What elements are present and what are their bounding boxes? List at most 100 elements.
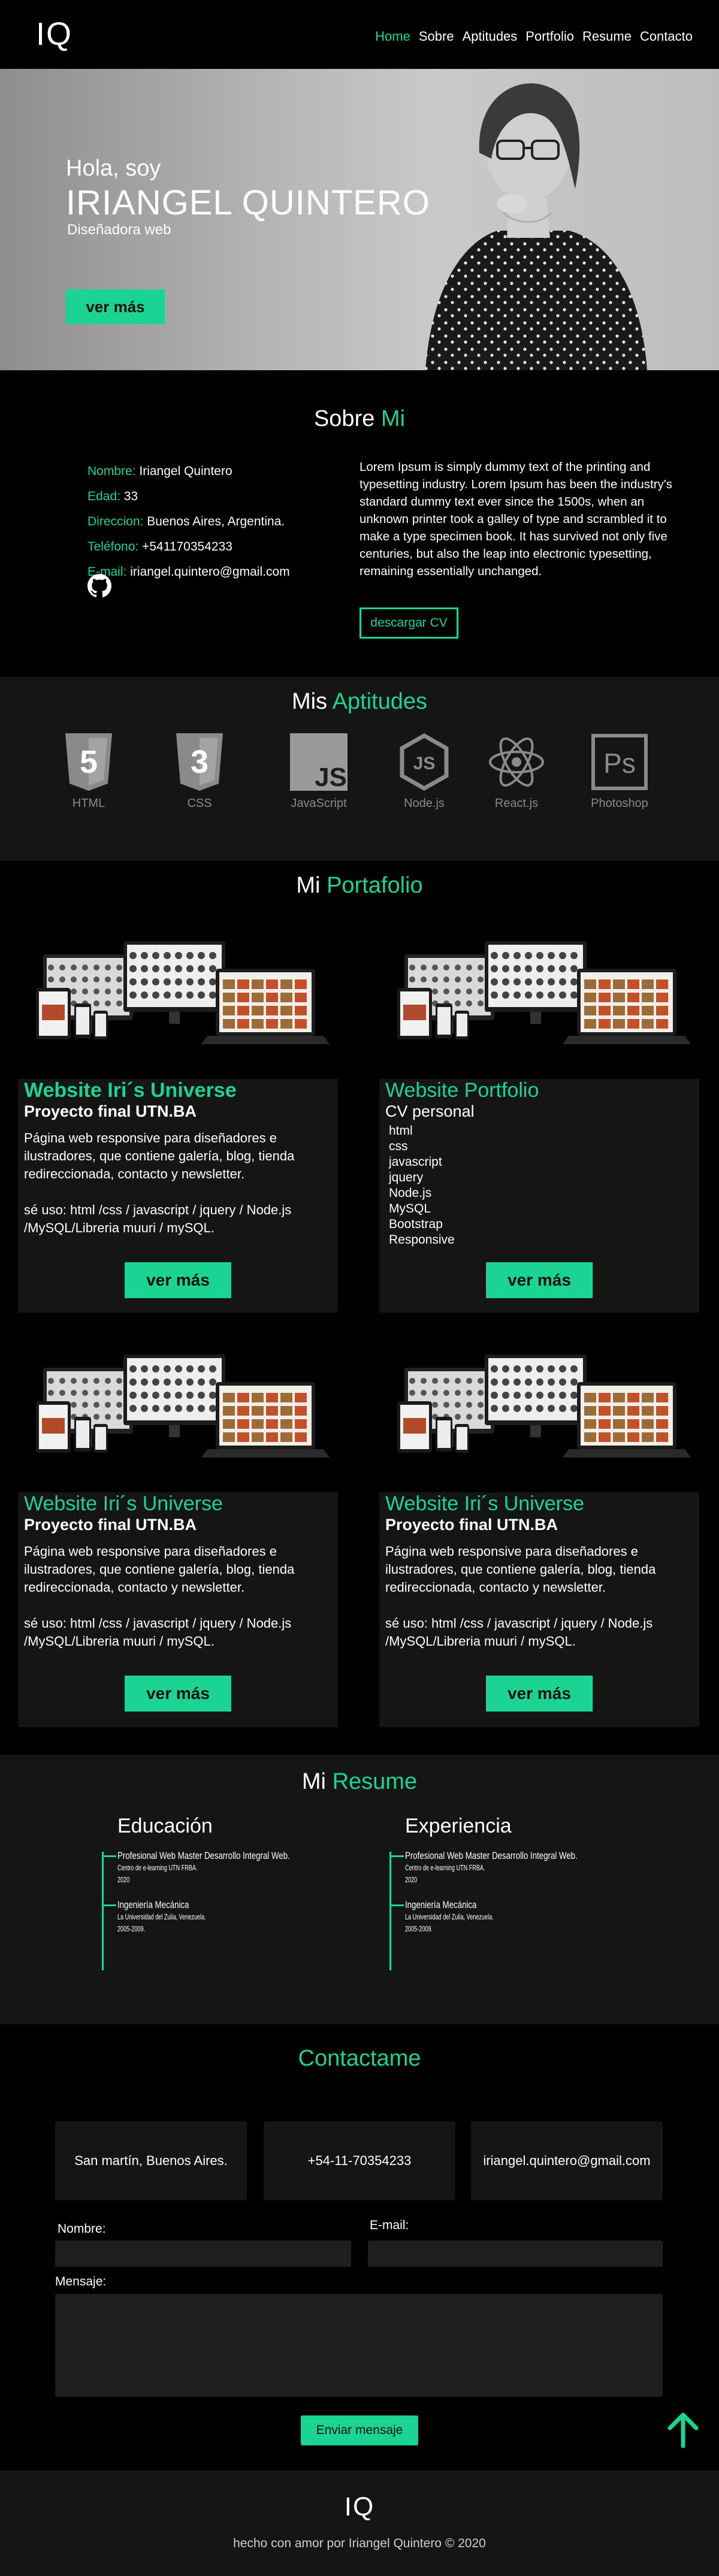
skills-title: Mis Aptitudes — [0, 689, 719, 715]
scroll-top-arrow-icon[interactable] — [666, 2412, 700, 2448]
portfolio-section: Mi Portafolio Website Iri´s Universe Pro… — [0, 861, 719, 1755]
about-title-a: Sobre — [313, 406, 375, 431]
send-message-button[interactable]: Enviar mensaje — [301, 2415, 418, 2445]
project-title: Website Iri´s Universe — [24, 1492, 223, 1515]
resume-title: Mi Resume — [0, 1769, 719, 1795]
experience-heading: Experiencia — [405, 1815, 512, 1837]
skill-nodejs: JS Node.js — [385, 732, 463, 811]
timeline-tick — [102, 1904, 116, 1906]
portfolio-title-b: Portafolio — [327, 873, 423, 898]
project-description: Página web responsive para diseñadores e… — [385, 1544, 656, 1595]
info-value: 33 — [123, 489, 138, 503]
project-4-ver-mas-button[interactable]: ver más — [486, 1676, 593, 1712]
nav-link-portfolio[interactable]: Portfolio — [525, 29, 574, 44]
skill-photoshop: Ps Photoshop — [581, 732, 658, 811]
info-row-edad: Edad: 33 — [87, 484, 290, 509]
contact-title: Contactame — [298, 2046, 421, 2071]
experience-item: Profesional Web Master Desarrollo Integr… — [389, 1850, 626, 1886]
project-subtitle: Proyecto final UTN.BA — [24, 1102, 197, 1120]
project-title: Website Iri´s Universe — [385, 1492, 584, 1515]
resume-title-a: Mi — [301, 1769, 327, 1794]
project-3-image[interactable] — [18, 1346, 338, 1484]
project-subtitle: Proyecto final UTN.BA — [385, 1516, 558, 1534]
education-item-year: 2005-2009. — [117, 1924, 146, 1933]
project-card-3: Website Iri´s Universe Proyecto final UT… — [18, 1492, 338, 1727]
nav-menu: Home Sobre Aptitudes Portfolio Resume Co… — [367, 29, 693, 44]
download-cv-button[interactable]: descargar CV — [360, 607, 458, 639]
nav-link-aptitudes[interactable]: Aptitudes — [463, 29, 518, 44]
nav-link-resume[interactable]: Resume — [582, 29, 632, 44]
project-subtitle: Proyecto final UTN.BA — [24, 1516, 197, 1534]
email-input[interactable] — [368, 2241, 663, 2267]
info-value: +541170354233 — [142, 540, 232, 554]
experience-item-year: 2020 — [405, 1875, 418, 1884]
react-icon — [489, 737, 544, 787]
info-row-direccion: Direccion: Buenos Aires, Argentina. — [87, 509, 290, 534]
skill-label: CSS — [187, 797, 212, 810]
education-item-year: 2020 — [117, 1875, 130, 1884]
timeline-tick — [389, 1855, 404, 1857]
tech-item: Bootstrap — [389, 1217, 443, 1231]
hero-ver-mas-button[interactable]: ver más — [66, 289, 165, 324]
project-2-image[interactable] — [379, 933, 699, 1071]
hero-greeting: Hola, soy — [66, 156, 161, 181]
nav-link-sobre[interactable]: Sobre — [419, 29, 454, 44]
portfolio-title: Mi Portafolio — [0, 873, 719, 899]
project-title: Website Iri´s Universe — [24, 1079, 237, 1102]
personal-info: Nombre: Iriangel Quintero Edad: 33 Direc… — [87, 459, 290, 585]
footer-logo: IQ — [344, 2492, 375, 2521]
project-2-ver-mas-button[interactable]: ver más — [486, 1262, 593, 1298]
project-subtitle: CV personal — [385, 1102, 475, 1120]
contact-email-box[interactable]: iriangel.quintero@gmail.com — [471, 2121, 663, 2200]
education-item-title: Profesional Web Master Desarrollo Integr… — [117, 1850, 290, 1861]
timeline-line — [102, 1852, 104, 1970]
footer-copyright: hecho con amor por Iriangel Quintero © 2… — [233, 2536, 486, 2550]
project-card-1: Website Iri´s Universe Proyecto final UT… — [18, 1079, 338, 1313]
project-description: Página web responsive para diseñadores e… — [24, 1544, 295, 1595]
info-value: iriangel.quintero@gmail.com — [130, 565, 290, 579]
info-label: Teléfono: — [87, 540, 139, 554]
logo[interactable]: IQ — [36, 16, 72, 53]
project-3-ver-mas-button[interactable]: ver más — [125, 1676, 231, 1712]
experience-item-title: Profesional Web Master Desarrollo Integr… — [405, 1850, 578, 1861]
project-1-image[interactable] — [18, 933, 338, 1071]
portfolio-title-a: Mi — [296, 873, 321, 898]
message-textarea[interactable] — [55, 2294, 663, 2397]
education-item-title: Ingeniería Mecánica — [117, 1899, 189, 1910]
timeline-tick — [389, 1904, 404, 1906]
skill-label: HTML — [72, 797, 105, 810]
info-label: Direccion: — [87, 515, 144, 528]
resume-title-b: Resume — [332, 1769, 418, 1794]
footer: IQ hecho con amor por Iriangel Quintero … — [0, 2471, 719, 2576]
info-value: Iriangel Quintero — [139, 464, 232, 478]
photoshop-icon: Ps — [591, 734, 648, 790]
email-label: E-mail: — [370, 2218, 409, 2232]
experience-item-detail: La Universidad del Zulia, Venezuela. — [405, 1912, 494, 1921]
nav-link-home[interactable]: Home — [375, 29, 410, 44]
contact-address-box: San martín, Buenos Aires. — [55, 2121, 247, 2200]
info-row-email: E-mail: iriangel.quintero@gmail.com — [87, 560, 290, 585]
navbar: IQ Home Sobre Aptitudes Portfolio Resume… — [0, 0, 719, 69]
info-row-telefono: Teléfono: +541170354233 — [87, 534, 290, 560]
nav-link-contacto[interactable]: Contacto — [640, 29, 693, 44]
skill-html: 5 HTML — [50, 732, 128, 811]
project-tech-list: html css javascript jquery Node.js MySQL… — [379, 1123, 699, 1248]
about-section: Sobre Mi Nombre: Iriangel Quintero Edad:… — [0, 370, 719, 677]
skill-label: Photoshop — [591, 797, 648, 810]
hero-name: IRIANGEL QUINTERO — [66, 183, 430, 222]
info-row-nombre: Nombre: Iriangel Quintero — [87, 459, 290, 484]
message-label: Mensaje: — [55, 2275, 107, 2288]
skill-label: JavaScript — [291, 797, 347, 810]
project-1-ver-mas-button[interactable]: ver más — [125, 1262, 231, 1298]
name-input[interactable] — [55, 2241, 351, 2267]
experience-column: Experiencia Profesional Web Master Desar… — [389, 1815, 626, 1970]
skills-section: Mis Aptitudes 5 HTML 3 CSS JS JavaScript… — [0, 677, 719, 861]
project-card-4: Website Iri´s Universe Proyecto final UT… — [379, 1492, 699, 1727]
nodejs-icon: JS — [400, 733, 449, 791]
project-4-image[interactable] — [379, 1346, 699, 1484]
skills-title-b: Aptitudes — [332, 689, 428, 714]
html5-icon: 5 — [65, 733, 112, 791]
project-technologies: sé uso: html /css / javascript / jquery … — [24, 1202, 292, 1235]
education-item: Profesional Web Master Desarrollo Integr… — [102, 1850, 339, 1886]
github-icon[interactable] — [87, 574, 111, 598]
